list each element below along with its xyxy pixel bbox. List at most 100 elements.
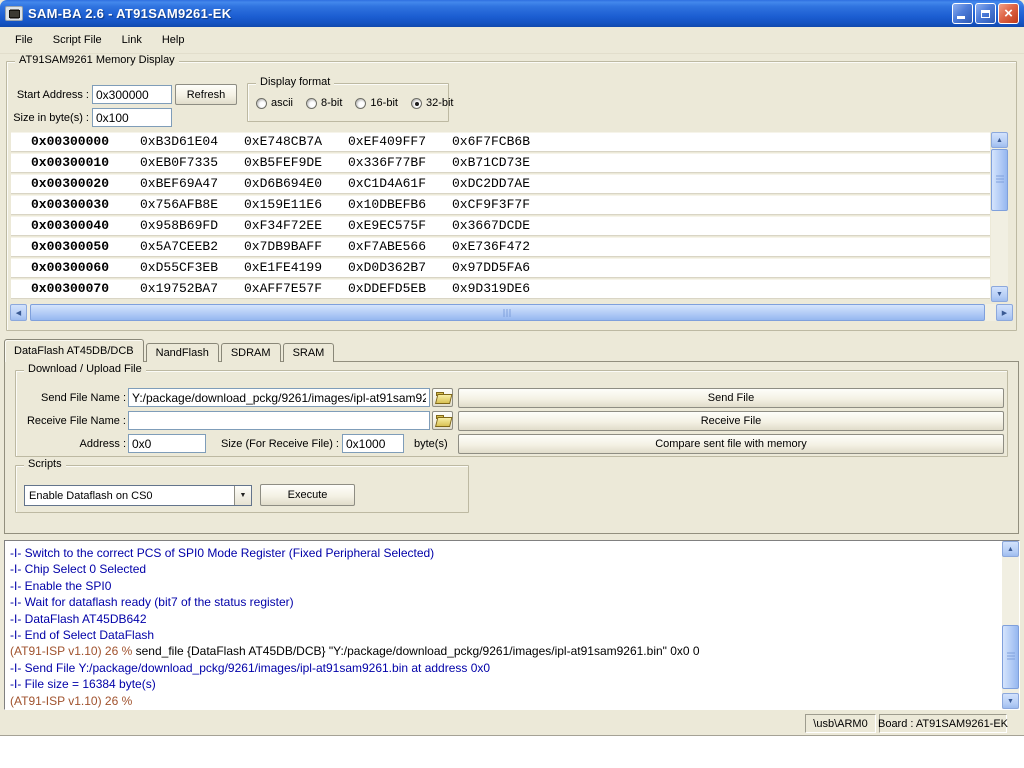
menu-item[interactable]: Link: [112, 30, 152, 50]
scroll-up-button[interactable]: ▲: [991, 132, 1008, 148]
memory-display-group-title: AT91SAM9261 Memory Display: [15, 54, 179, 66]
log-line: (AT91-ISP v1.10) 26 %: [10, 693, 1013, 709]
tab[interactable]: NandFlash: [146, 343, 219, 362]
memory-display-group: AT91SAM9261 Memory Display Start Address…: [6, 61, 1017, 331]
memory-address: 0x00300030: [31, 197, 140, 212]
scroll-down-button[interactable]: ▼: [1002, 693, 1019, 709]
display-format-radio[interactable]: ascii: [256, 97, 293, 109]
restore-button[interactable]: [975, 3, 996, 24]
down-arrow-icon: ▼: [996, 291, 1003, 298]
open-folder-icon: [435, 415, 450, 426]
log-console[interactable]: -I- Switch to the correct PCS of SPI0 Mo…: [4, 540, 1020, 710]
radio-label: 8-bit: [321, 97, 342, 109]
memory-address: 0x00300070: [31, 281, 140, 296]
scripts-group-title: Scripts: [24, 458, 66, 470]
memory-value: 0xE748CB7A: [244, 134, 348, 149]
memory-value: 0xC1D4A61F: [348, 176, 452, 191]
menu-item[interactable]: Help: [152, 30, 195, 50]
script-select-value: Enable Dataflash on CS0: [25, 490, 234, 502]
memory-row: 0x00300030 0x756AFB8E 0x159E11E6 0x10DBE…: [11, 195, 990, 214]
radio-icon: [355, 98, 366, 109]
radio-icon: [256, 98, 267, 109]
memory-value: 0xCF9F3F7F: [452, 197, 990, 212]
title-bar[interactable]: SAM-BA 2.6 - AT91SAM9261-EK ×: [0, 0, 1024, 27]
log-text: -I- End of Select DataFlash: [10, 628, 154, 642]
memory-address: 0x00300010: [31, 155, 140, 170]
memory-value: 0x6F7FCB6B: [452, 134, 990, 149]
receive-file-button[interactable]: Receive File: [458, 411, 1004, 431]
scrollbar-thumb[interactable]: [991, 149, 1008, 211]
up-arrow-icon: ▲: [996, 137, 1003, 144]
memory-address: 0x00300020: [31, 176, 140, 191]
chip-icon: [9, 10, 20, 18]
memory-value: 0xBEF69A47: [140, 176, 244, 191]
scrollbar-thumb[interactable]: [1002, 625, 1019, 689]
download-upload-group: Download / Upload File Send File Name : …: [15, 370, 1008, 457]
display-format-radio[interactable]: 8-bit: [306, 97, 342, 109]
thumb-grip-icon: [503, 309, 512, 317]
execute-button[interactable]: Execute: [260, 484, 355, 506]
address-input[interactable]: [128, 434, 206, 453]
log-line: -I- Wait for dataflash ready (bit7 of th…: [10, 594, 1013, 610]
memory-horizontal-scrollbar[interactable]: ◀ ▶: [10, 304, 1013, 321]
window-title: SAM-BA 2.6 - AT91SAM9261-EK: [28, 6, 231, 21]
tab-panel: Download / Upload File Send File Name : …: [4, 361, 1019, 534]
display-format-radio[interactable]: 16-bit: [355, 97, 398, 109]
scrollbar-thumb[interactable]: [30, 304, 985, 321]
address-label: Address :: [22, 438, 126, 450]
log-line: -I- Chip Select 0 Selected: [10, 561, 1013, 577]
display-format-radio[interactable]: 32-bit: [411, 97, 454, 109]
memory-value: 0x19752BA7: [140, 281, 244, 296]
close-button[interactable]: ×: [998, 3, 1019, 24]
scroll-down-button[interactable]: ▼: [991, 286, 1008, 302]
send-file-name-input[interactable]: [128, 388, 430, 407]
log-text: -I- Chip Select 0 Selected: [10, 562, 146, 576]
log-text: -I- File size = 16384 byte(s): [10, 677, 156, 691]
minimize-button[interactable]: [952, 3, 973, 24]
compare-button[interactable]: Compare sent file with memory: [458, 434, 1004, 454]
tab[interactable]: SDRAM: [221, 343, 281, 362]
memory-value: 0x756AFB8E: [140, 197, 244, 212]
tab[interactable]: DataFlash AT45DB/DCB: [4, 339, 144, 362]
log-line: -I- Enable the SPI0: [10, 578, 1013, 594]
browse-receive-file-button[interactable]: [432, 411, 453, 430]
memory-row: 0x00300020 0xBEF69A47 0xD6B694E0 0xC1D4A…: [11, 174, 990, 193]
receive-size-input[interactable]: [342, 434, 404, 453]
script-select[interactable]: Enable Dataflash on CS0 ▼: [24, 485, 252, 506]
start-address-label: Start Address :: [9, 89, 89, 101]
scroll-up-button[interactable]: ▲: [1002, 541, 1019, 557]
log-line: -I- File size = 16384 byte(s): [10, 676, 1013, 692]
receive-file-name-input[interactable]: [128, 411, 430, 430]
log-vertical-scrollbar[interactable]: ▲ ▼: [1002, 541, 1019, 709]
scroll-left-button[interactable]: ◀: [10, 304, 27, 321]
restore-icon: [981, 10, 990, 18]
minimize-icon: [957, 16, 965, 19]
memory-value: 0xDC2DD7AE: [452, 176, 990, 191]
menu-item[interactable]: File: [5, 30, 43, 50]
window-controls: ×: [952, 3, 1019, 24]
log-text: -I- Send File Y:/package/download_pckg/9…: [10, 661, 490, 675]
memory-value: 0xF34F72EE: [244, 218, 348, 233]
refresh-button[interactable]: Refresh: [175, 84, 237, 105]
scroll-right-button[interactable]: ▶: [996, 304, 1013, 321]
size-unit-label: byte(s): [414, 438, 448, 450]
menu-item[interactable]: Script File: [43, 30, 112, 50]
status-bar: \usb\ARM0 Board : AT91SAM9261-EK: [0, 712, 1024, 735]
app-window: SAM-BA 2.6 - AT91SAM9261-EK × FileScript…: [0, 0, 1024, 736]
memory-value: 0xB3D61E04: [140, 134, 244, 149]
start-address-input[interactable]: [92, 85, 172, 104]
memory-value: 0x97DD5FA6: [452, 260, 990, 275]
size-in-bytes-input[interactable]: [92, 108, 172, 127]
memory-value: 0x9D319DE6: [452, 281, 990, 296]
dropdown-button[interactable]: ▼: [234, 486, 251, 505]
memory-value: 0xE9EC575F: [348, 218, 452, 233]
memory-row: 0x00300000 0xB3D61E04 0xE748CB7A 0xEF409…: [11, 132, 990, 151]
browse-send-file-button[interactable]: [432, 388, 453, 407]
memory-value: 0xD0D362B7: [348, 260, 452, 275]
up-arrow-icon: ▲: [1007, 546, 1014, 553]
app-icon: [5, 6, 23, 21]
memory-vertical-scrollbar[interactable]: ▲ ▼: [991, 132, 1008, 302]
tab[interactable]: SRAM: [283, 343, 335, 362]
send-file-button[interactable]: Send File: [458, 388, 1004, 408]
download-upload-group-title: Download / Upload File: [24, 363, 146, 375]
